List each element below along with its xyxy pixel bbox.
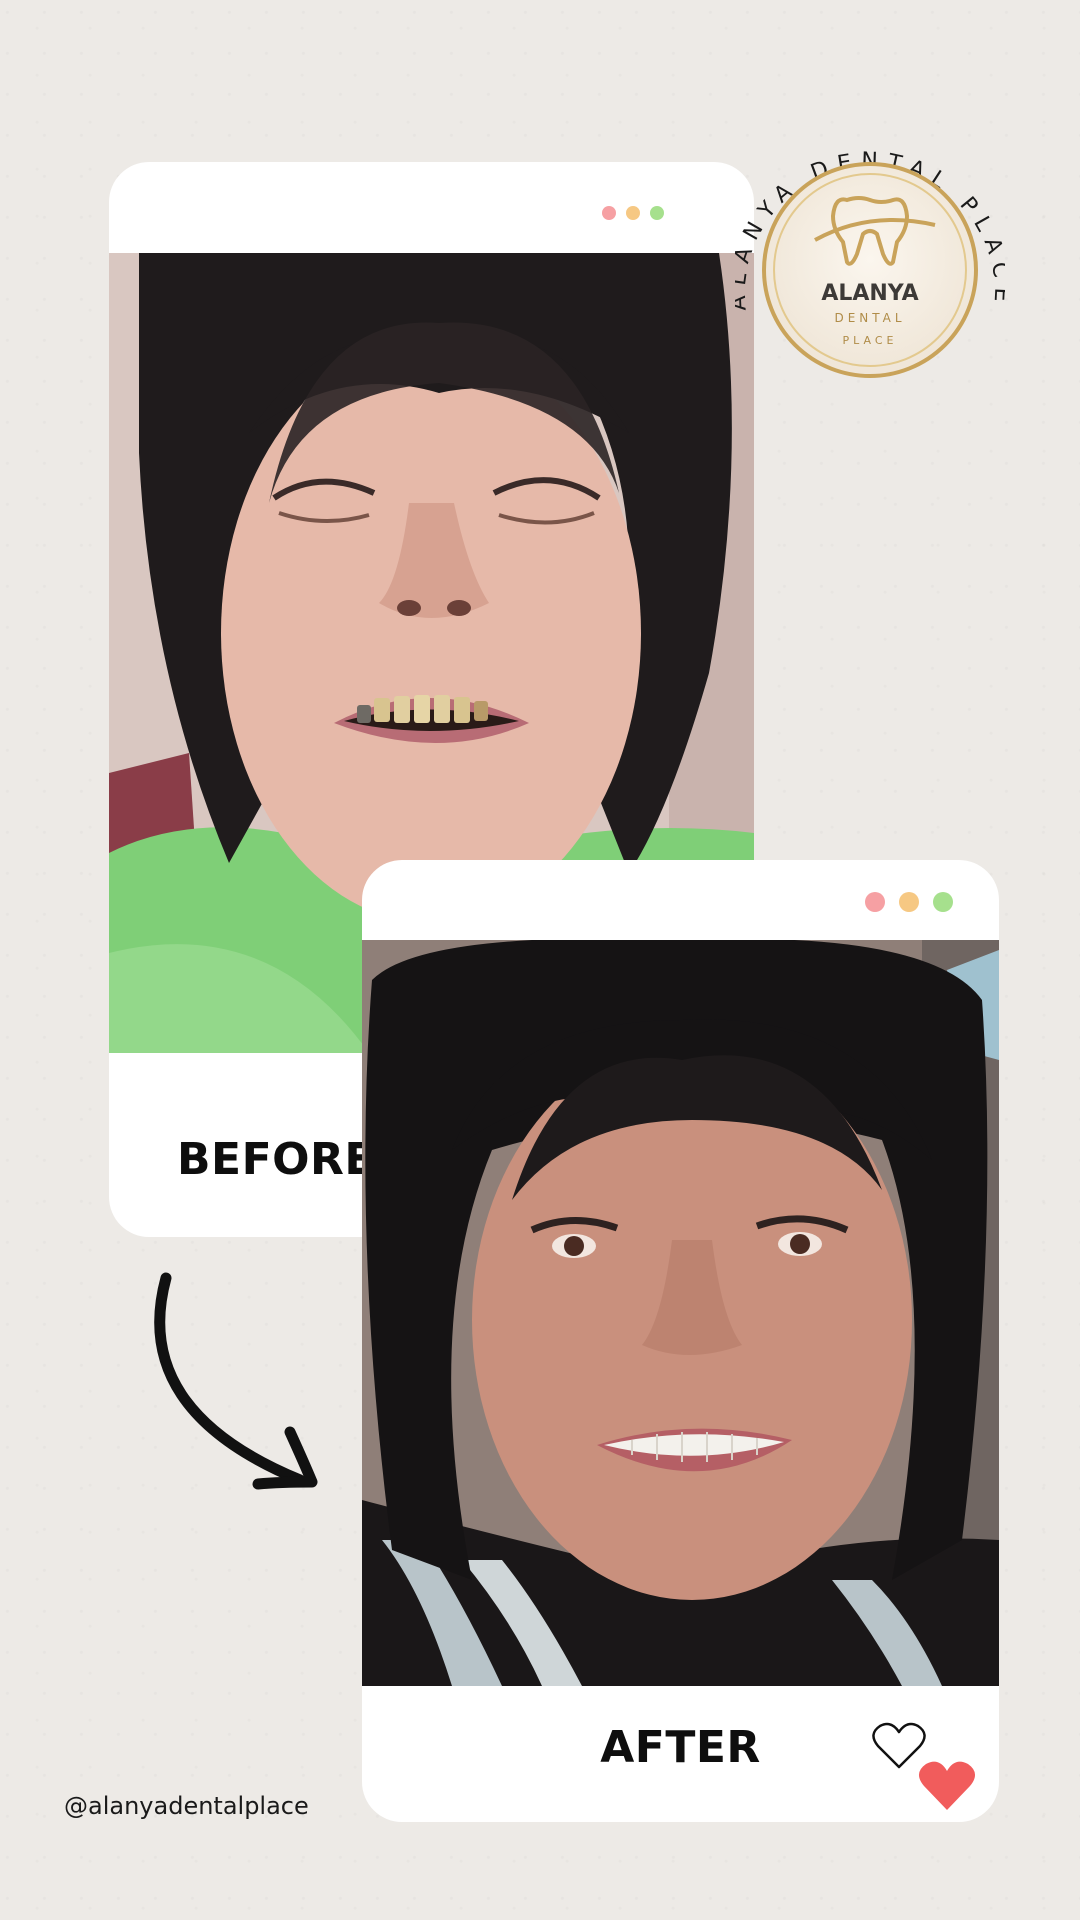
yellow-dot-icon [899,892,919,912]
window-dots [865,892,953,912]
logo-line3: PLACE [843,334,898,347]
after-photo [362,940,999,1686]
red-dot-icon [865,892,885,912]
window-dots [602,206,664,220]
green-dot-icon [933,892,953,912]
after-portrait-image [362,940,999,1686]
curved-arrow-icon [154,1272,318,1490]
after-card: AFTER [362,860,999,1822]
red-dot-icon [602,206,616,220]
before-label: BEFORE [177,1134,375,1185]
logo-line2: DENTAL [834,311,905,325]
heart-filled-icon[interactable] [918,1760,976,1812]
social-handle[interactable]: @alanyadentalplace [64,1792,309,1820]
logo-name: ALANYA [821,281,918,306]
yellow-dot-icon [626,206,640,220]
clinic-logo: ALANYA DENTAL PLACE ALANYA DENTAL PLACE [735,148,1005,378]
green-dot-icon [650,206,664,220]
